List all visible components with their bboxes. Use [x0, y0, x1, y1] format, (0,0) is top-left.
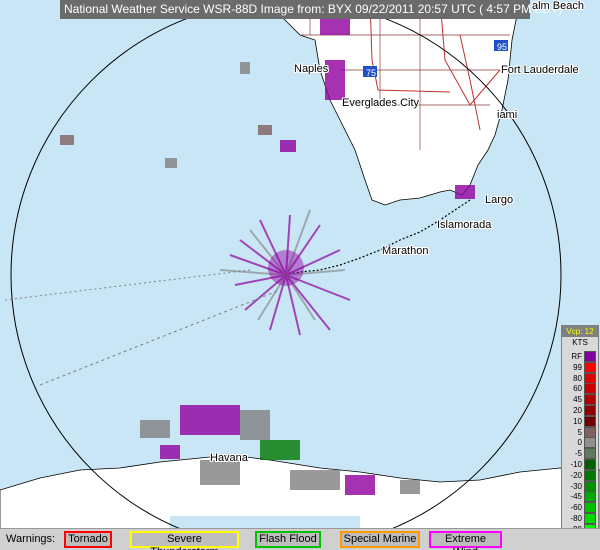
legend-unit: KTS	[572, 338, 588, 347]
i75-label: 75	[366, 68, 377, 78]
city-label-islamorada: Islamorada	[437, 219, 492, 231]
city-label-marathon: Marathon	[382, 245, 429, 257]
city-label-everglades-city: Everglades City	[342, 97, 420, 109]
city-label-naples: Naples	[294, 63, 329, 75]
warning-toggle-extreme-wind[interactable]: Extreme Wind	[429, 531, 502, 550]
velocity-legend: Vcp: 12 KTS RF 99 80 60 45 20 10 5 0 -5 -10 -20 -30-…	[561, 325, 599, 546]
radar-map	[0, 0, 600, 550]
warnings-bar: Warnings: Tornado Severe Thunderstorm Flas…	[0, 528, 600, 550]
city-label-palm-beach: alm Beach	[532, 0, 584, 12]
city-label-fort-lauderdale: Fort Lauderdale	[501, 64, 579, 76]
image-header: National Weather Service WSR-88D Image f…	[60, 0, 562, 19]
warning-toggle-flash-flood[interactable]: Flash Flood	[255, 531, 321, 548]
warning-toggle-tornado[interactable]: Tornado	[64, 531, 112, 548]
warning-toggle-severe-thunderstorm[interactable]: Severe Thunderstorm	[130, 531, 239, 550]
radar-map-view: { "header": { "title": "National Weather…	[0, 0, 600, 550]
vcp-label: Vcp: 12	[562, 326, 598, 337]
city-label-miami: iami	[497, 109, 518, 121]
city-label-key-largo: Largo	[485, 194, 514, 206]
city-label-havana: Havana	[210, 452, 248, 464]
warnings-label: Warnings:	[6, 533, 56, 545]
i95-label: 95	[497, 42, 508, 52]
warning-toggle-special-marine[interactable]: Special Marine	[340, 531, 420, 548]
